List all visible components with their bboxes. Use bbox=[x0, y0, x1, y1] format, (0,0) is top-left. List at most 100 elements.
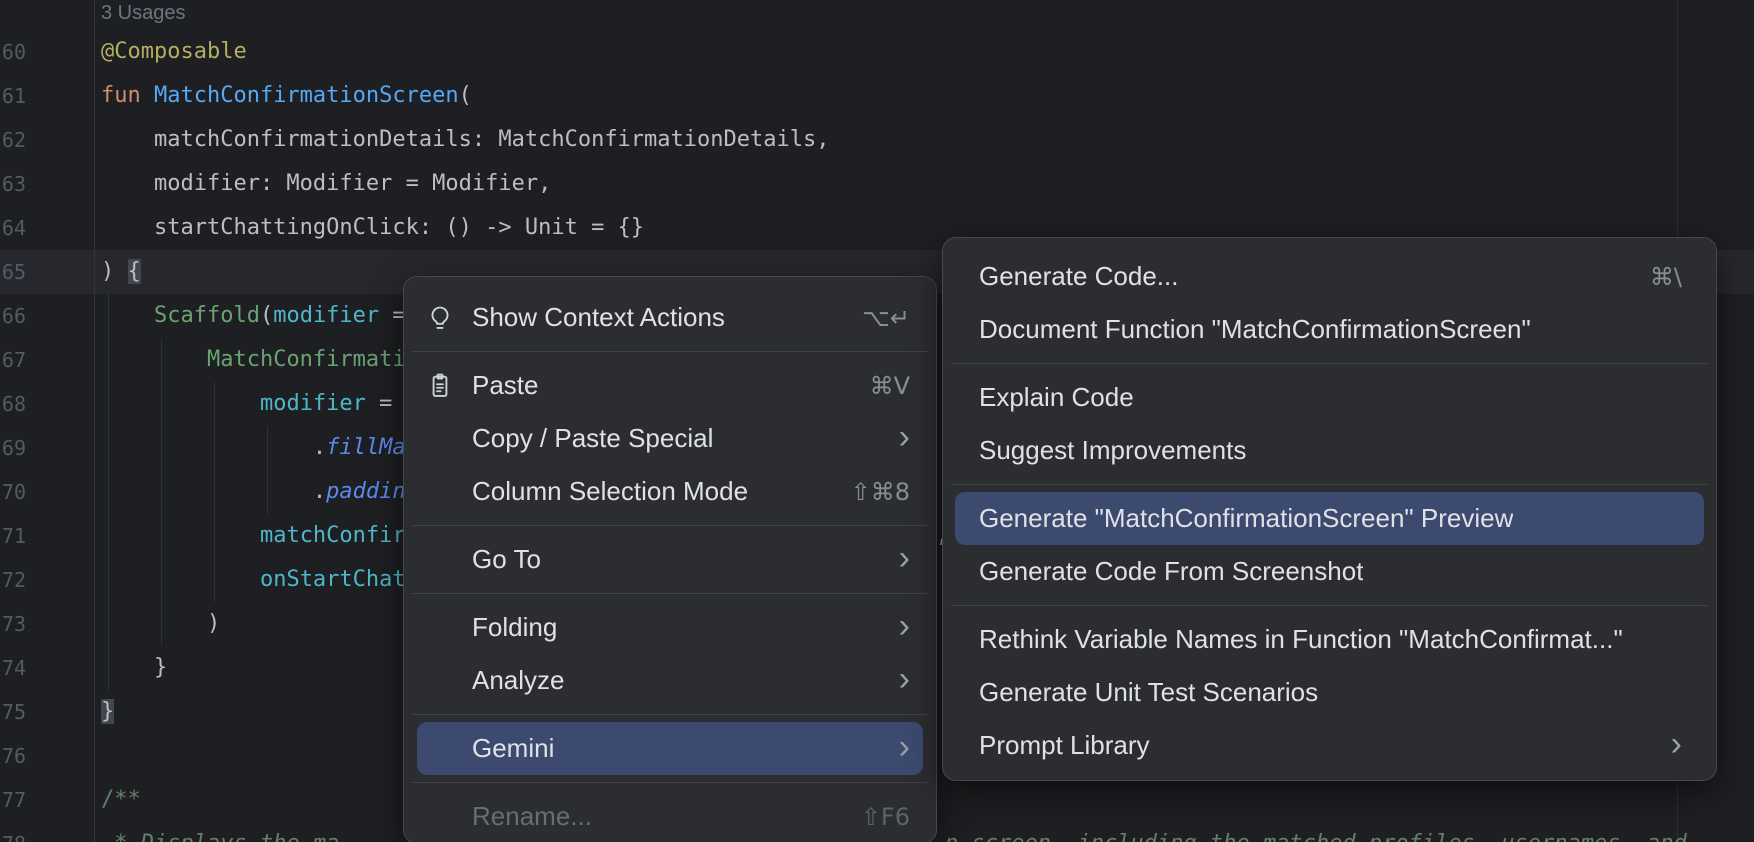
clipboard-icon bbox=[426, 372, 454, 400]
menu-item-rename[interactable]: Rename... ⇧F6 bbox=[404, 790, 936, 842]
line-number[interactable]: 74 bbox=[0, 646, 26, 690]
code-line[interactable]: fun MatchConfirmationScreen( bbox=[101, 74, 472, 118]
code-line[interactable]: modifier: Modifier = Modifier, bbox=[101, 162, 551, 206]
menu-item-label: Show Context Actions bbox=[472, 302, 725, 333]
menu-item-label: Document Function "MatchConfirmationScre… bbox=[979, 314, 1531, 345]
menu-shortcut: ⇧F6 bbox=[861, 803, 910, 831]
code-token: /** bbox=[101, 787, 141, 812]
menu-item-label: Rename... bbox=[472, 801, 592, 832]
code-line[interactable]: matchConfirmationDetails: MatchConfirmat… bbox=[101, 118, 829, 162]
code-token bbox=[101, 391, 260, 416]
code-token: ) bbox=[101, 611, 220, 636]
code-token: Scaffold bbox=[154, 303, 260, 328]
code-token: * Displays the ma bbox=[101, 831, 339, 842]
menu-item-label: Generate "MatchConfirmationScreen" Previ… bbox=[979, 503, 1513, 534]
line-number[interactable]: 67 bbox=[0, 338, 26, 382]
code-token: @Composable bbox=[101, 39, 247, 64]
menu-item-label: Go To bbox=[472, 544, 541, 575]
line-number[interactable]: 68 bbox=[0, 382, 26, 426]
menu-item-label: Generate Code... bbox=[979, 261, 1178, 292]
menu-item-generate-code-from-screenshot[interactable]: Generate Code From Screenshot bbox=[943, 545, 1716, 598]
code-line[interactable]: startChattingOnClick: () -> Unit = {} bbox=[101, 206, 644, 250]
menu-item-label: Folding bbox=[472, 612, 557, 643]
menu-item-analyze[interactable]: Analyze› bbox=[404, 654, 936, 707]
code-token bbox=[101, 303, 154, 328]
code-line[interactable]: } bbox=[101, 646, 167, 690]
code-token: ( bbox=[260, 303, 273, 328]
code-token: ) bbox=[101, 259, 128, 284]
code-line[interactable]: @Composable bbox=[101, 30, 247, 74]
menu-item-folding[interactable]: Folding › bbox=[404, 601, 936, 654]
menu-separator bbox=[951, 363, 1708, 364]
line-number[interactable]: 70 bbox=[0, 470, 26, 514]
line-number[interactable]: 72 bbox=[0, 558, 26, 602]
menu-separator bbox=[412, 525, 928, 526]
menu-item-label: Generate Code From Screenshot bbox=[979, 556, 1363, 587]
menu-item-paste[interactable]: Paste⌘V bbox=[404, 359, 936, 412]
code-token: startChattingOnClick: () -> Unit = {} bbox=[101, 215, 644, 240]
menu-item-suggest-improvements[interactable]: Suggest Improvements bbox=[943, 424, 1716, 477]
menu-separator bbox=[412, 714, 928, 715]
menu-item-gemini[interactable]: Gemini› bbox=[417, 722, 923, 775]
chevron-right-icon: › bbox=[899, 609, 910, 643]
code-token: modifier bbox=[260, 391, 366, 416]
menu-separator bbox=[412, 593, 928, 594]
chevron-right-icon: › bbox=[899, 541, 910, 575]
menu-item-go-to[interactable]: Go To › bbox=[404, 533, 936, 586]
code-line[interactable]: * Displays the man screen, including the… bbox=[101, 822, 339, 842]
lightbulb-icon bbox=[426, 304, 454, 332]
menu-separator bbox=[412, 351, 928, 352]
code-token: . bbox=[101, 435, 326, 460]
menu-shortcut: ⌘\ bbox=[1650, 263, 1682, 291]
code-line[interactable]: ) { bbox=[101, 250, 141, 294]
menu-separator bbox=[951, 484, 1708, 485]
menu-item-label: Generate Unit Test Scenarios bbox=[979, 677, 1318, 708]
menu-item-explain-code[interactable]: Explain Code bbox=[943, 371, 1716, 424]
line-number[interactable]: 63 bbox=[0, 162, 26, 206]
line-number[interactable]: 75 bbox=[0, 690, 26, 734]
chevron-right-icon: › bbox=[899, 420, 910, 454]
code-token bbox=[101, 523, 260, 548]
menu-item-document-function-matchconfirmationscreen[interactable]: Document Function "MatchConfirmationScre… bbox=[943, 303, 1716, 356]
menu-item-label: Suggest Improvements bbox=[979, 435, 1246, 466]
menu-item-prompt-library[interactable]: Prompt Library› bbox=[943, 719, 1716, 772]
line-number[interactable]: 69 bbox=[0, 426, 26, 470]
menu-item-show-context-actions[interactable]: Show Context Actions ⌥↵ bbox=[404, 291, 936, 344]
code-token: modifier bbox=[273, 303, 379, 328]
line-number[interactable]: 62 bbox=[0, 118, 26, 162]
menu-item-generate-unit-test-scenarios[interactable]: Generate Unit Test Scenarios bbox=[943, 666, 1716, 719]
menu-item-copy-paste-special[interactable]: Copy / Paste Special › bbox=[404, 412, 936, 465]
line-number[interactable]: 64 bbox=[0, 206, 26, 250]
menu-item-label: Prompt Library bbox=[979, 730, 1150, 761]
line-number[interactable]: 66 bbox=[0, 294, 26, 338]
menu-item-label: Copy / Paste Special bbox=[472, 423, 713, 454]
menu-shortcut: ⇧⌘8 bbox=[851, 478, 910, 506]
menu-item-generate-code[interactable]: Generate Code... ⌘\ bbox=[943, 250, 1716, 303]
chevron-right-icon: › bbox=[899, 662, 910, 696]
code-token: modifier: Modifier = Modifier, bbox=[101, 171, 551, 196]
code-token: MatchConfirmationScreen bbox=[154, 83, 459, 108]
menu-item-label: Paste bbox=[472, 370, 539, 401]
code-line[interactable]: ) bbox=[101, 602, 220, 646]
code-token: matchConfirmationDetails: MatchConfirmat… bbox=[101, 127, 829, 152]
line-number[interactable]: 60 bbox=[0, 30, 26, 74]
menu-item-generate-matchconfirmationscreen-preview[interactable]: Generate "MatchConfirmationScreen" Previ… bbox=[955, 492, 1704, 545]
menu-shortcut: ⌥↵ bbox=[862, 304, 910, 332]
usages-hint[interactable]: 3 Usages bbox=[101, 0, 186, 28]
line-number[interactable]: 65 bbox=[0, 250, 26, 294]
line-number[interactable]: 61 bbox=[0, 74, 26, 118]
code-line[interactable]: } bbox=[101, 690, 114, 734]
code-token bbox=[101, 347, 207, 372]
chevron-right-icon: › bbox=[899, 730, 910, 764]
code-line[interactable]: /** bbox=[101, 778, 141, 822]
code-token: } bbox=[101, 699, 114, 724]
line-number[interactable]: 71 bbox=[0, 514, 26, 558]
menu-item-rethink-variable-names-in-function-matchconfirmat[interactable]: Rethink Variable Names in Function "Matc… bbox=[943, 613, 1716, 666]
line-number[interactable]: 77 bbox=[0, 778, 26, 822]
code-token bbox=[101, 567, 260, 592]
line-number[interactable]: 78 bbox=[0, 822, 26, 842]
menu-item-label: Rethink Variable Names in Function "Matc… bbox=[979, 624, 1623, 655]
menu-item-column-selection-mode[interactable]: Column Selection Mode⇧⌘8 bbox=[404, 465, 936, 518]
line-number[interactable]: 76 bbox=[0, 734, 26, 778]
line-number[interactable]: 73 bbox=[0, 602, 26, 646]
